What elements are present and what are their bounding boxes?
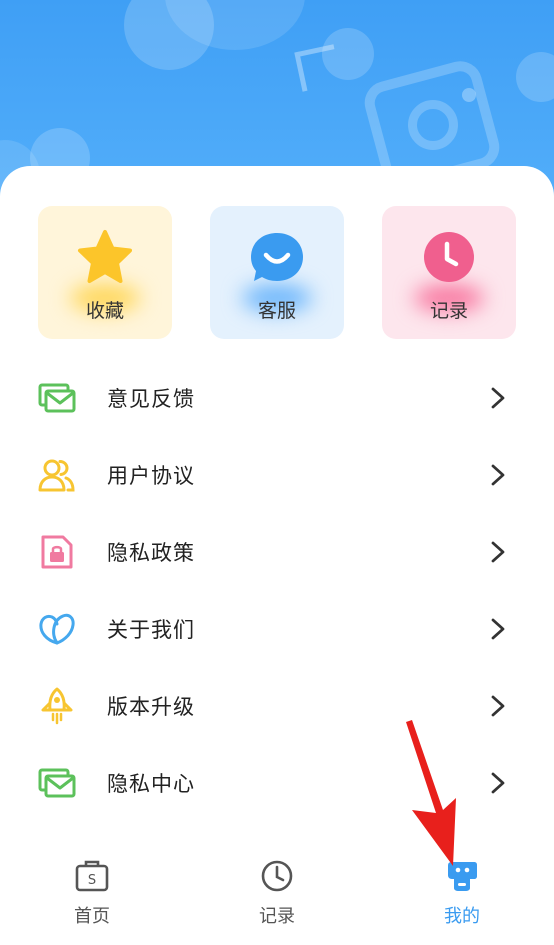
- decor-bubble: [516, 52, 554, 102]
- bottom-tab-bar: S 首页 记录 我的: [0, 848, 554, 945]
- menu-label: 隐私中心: [107, 772, 195, 796]
- heart-leaf-icon: [38, 610, 76, 648]
- tab-records[interactable]: 记录: [217, 858, 337, 938]
- svg-text:S: S: [88, 873, 96, 888]
- decor-camera-lens: [408, 100, 458, 150]
- chevron-right-icon: [488, 386, 508, 410]
- tab-mine[interactable]: 我的: [402, 858, 522, 938]
- menu-item-user-agreement[interactable]: 用户协议: [0, 445, 554, 505]
- menu-label: 用户协议: [107, 464, 195, 488]
- clock-icon: [259, 858, 295, 894]
- chevron-right-icon: [488, 617, 508, 641]
- users-icon: [38, 456, 76, 494]
- tab-label: 记录: [259, 906, 295, 927]
- decor-corner: [294, 44, 342, 92]
- tab-label: 首页: [74, 906, 110, 927]
- menu-label: 意见反馈: [107, 387, 195, 411]
- tab-home[interactable]: S 首页: [32, 858, 152, 938]
- chevron-right-icon: [488, 771, 508, 795]
- menu-label: 隐私政策: [107, 541, 195, 565]
- menu-item-version-upgrade[interactable]: 版本升级: [0, 676, 554, 736]
- rocket-icon: [38, 687, 76, 725]
- menu-item-privacy-center[interactable]: 隐私中心: [0, 753, 554, 813]
- menu-label: 关于我们: [107, 618, 195, 642]
- menu-item-privacy-policy[interactable]: 隐私政策: [0, 522, 554, 582]
- chat-smile-icon: [247, 228, 307, 288]
- briefcase-icon: S: [74, 858, 110, 894]
- chevron-right-icon: [488, 540, 508, 564]
- chevron-right-icon: [488, 694, 508, 718]
- lock-document-icon: [38, 533, 76, 571]
- menu-item-feedback[interactable]: 意见反馈: [0, 368, 554, 428]
- star-icon: [75, 228, 135, 288]
- favorites-label: 收藏: [85, 300, 124, 322]
- red-annotation-arrow: [406, 720, 456, 866]
- favorites-tile[interactable]: 收藏: [38, 206, 172, 339]
- records-tile[interactable]: 记录: [382, 206, 516, 339]
- tab-label: 我的: [444, 906, 480, 927]
- menu-item-about-us[interactable]: 关于我们: [0, 599, 554, 659]
- records-label: 记录: [429, 300, 468, 322]
- decor-dot: [462, 88, 476, 102]
- menu-label: 版本升级: [107, 695, 195, 719]
- chevron-right-icon: [488, 463, 508, 487]
- mail-icon: [38, 764, 76, 802]
- clock-icon: [419, 228, 479, 288]
- customer-service-tile[interactable]: 客服: [210, 206, 344, 339]
- mail-icon: [38, 379, 76, 417]
- customer-service-label: 客服: [257, 300, 296, 322]
